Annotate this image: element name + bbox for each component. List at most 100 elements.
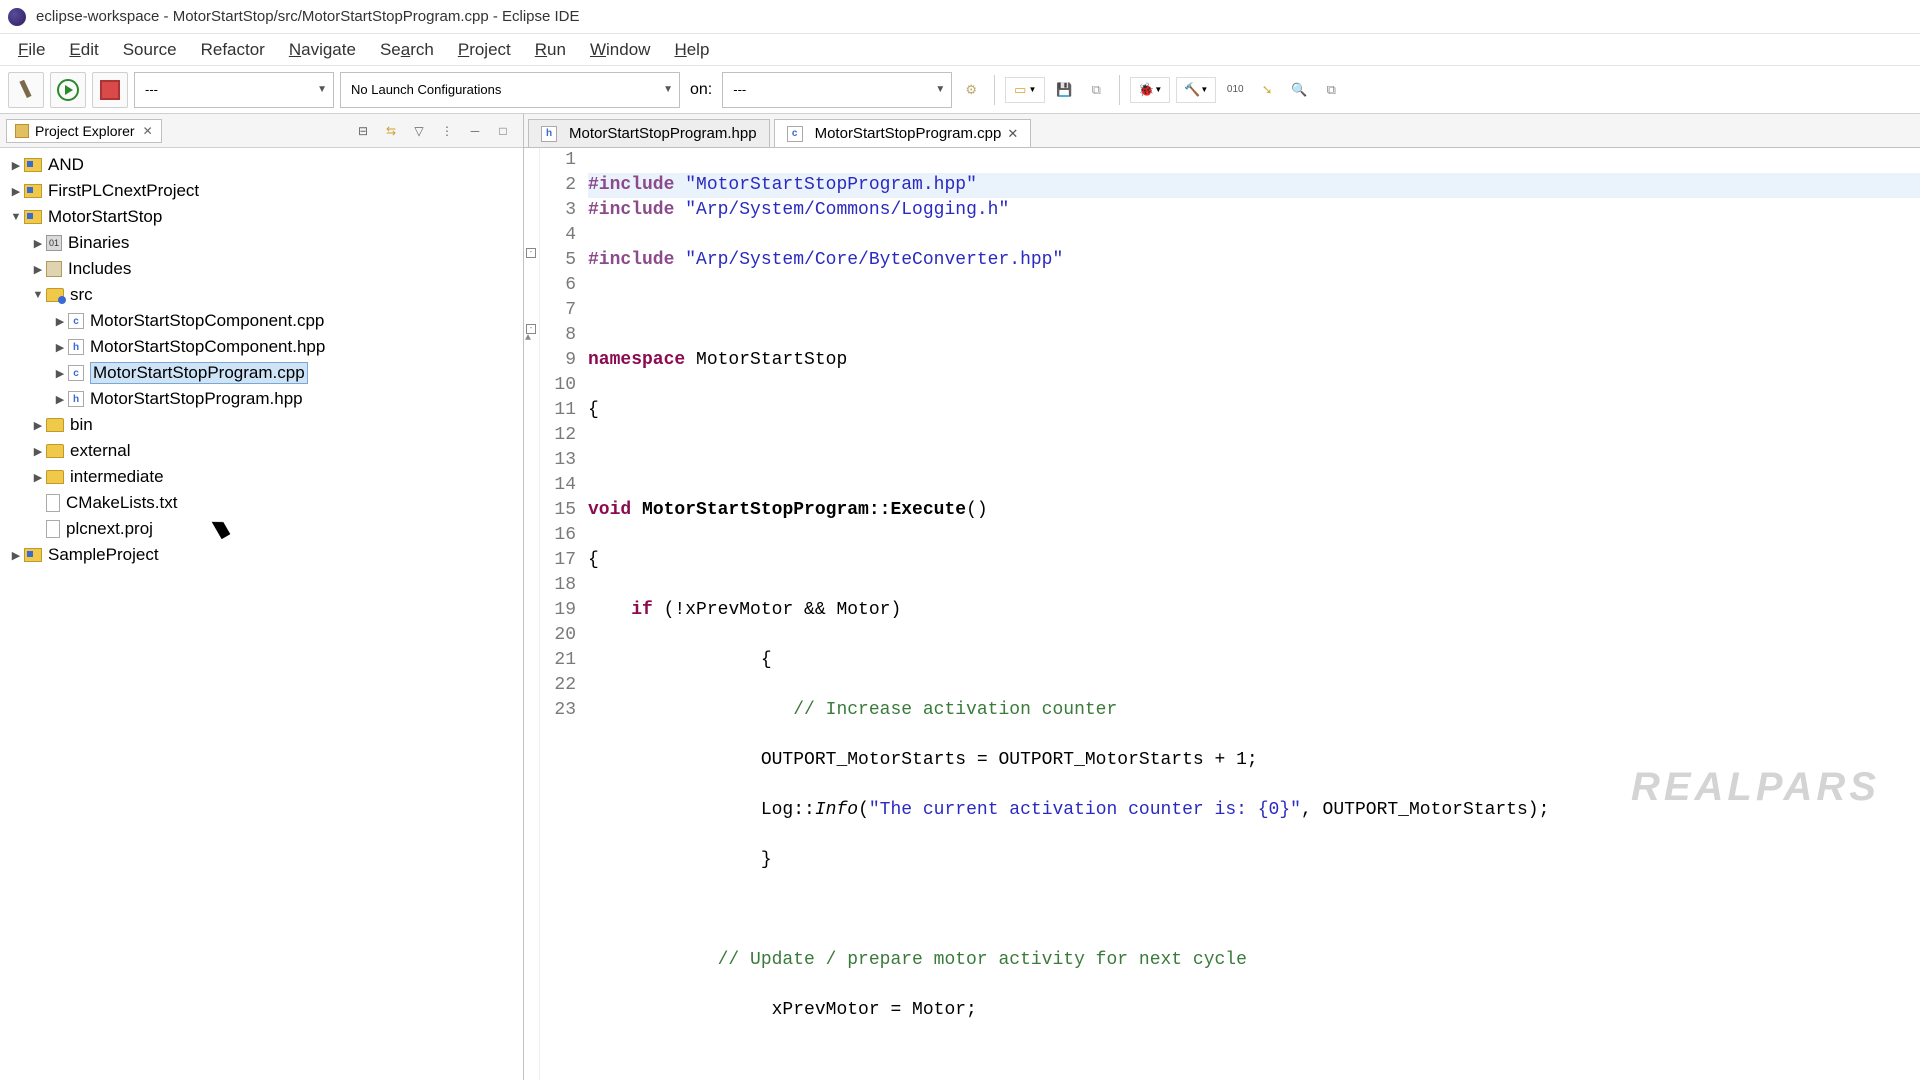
hpp-file-icon: h [68,391,84,407]
expand-icon[interactable]: ▶ [8,185,24,198]
stop-icon [100,80,120,100]
menu-source[interactable]: Source [111,36,189,64]
pin-editor-button[interactable]: ⧉ [1318,77,1344,103]
expand-icon[interactable]: ▶ [8,549,24,562]
menu-edit[interactable]: Edit [57,36,110,64]
tree-item-cmakelists[interactable]: CMakeLists.txt [2,490,521,516]
menu-search[interactable]: Search [368,36,446,64]
tree-item-external[interactable]: ▶external [2,438,521,464]
stop-button[interactable] [92,72,128,108]
close-icon[interactable]: ✕ [1007,126,1018,142]
menubar: File Edit Source Refactor Navigate Searc… [0,34,1920,66]
tree-item-src[interactable]: ▼src [2,282,521,308]
folder-icon [46,444,64,458]
gutter[interactable]: - ▲ - [524,148,540,1080]
debug-dropdown[interactable]: 🐞▼ [1130,77,1170,103]
tree-item-component-cpp[interactable]: ▶cMotorStartStopComponent.cpp [2,308,521,334]
run-button[interactable] [50,72,86,108]
menu-navigate[interactable]: Navigate [277,36,368,64]
launch-target-value: --- [733,82,746,97]
project-icon [24,210,42,224]
project-explorer-panel: Project Explorer ✕ ⊟ ⇆ ▽ ⋮ ─ □ ▶AND ▶Fir… [0,114,524,1080]
tree-item-plcnext-proj[interactable]: plcnext.proj [2,516,521,542]
expand-icon[interactable]: ▶ [52,341,68,354]
line-numbers: 1234567891011121314151617181920212223 [540,148,584,1080]
cpp-file-icon: c [68,313,84,329]
tree-item-program-hpp[interactable]: ▶hMotorStartStopProgram.hpp [2,386,521,412]
menu-run[interactable]: Run [523,36,578,64]
view-menu-button[interactable]: ⋮ [436,120,458,142]
menu-project[interactable]: Project [446,36,523,64]
explorer-header: Project Explorer ✕ ⊟ ⇆ ▽ ⋮ ─ □ [0,114,523,148]
save-all-button[interactable]: ⧉ [1083,77,1109,103]
navigator-icon [15,124,29,138]
cpp-file-icon: c [787,126,803,142]
tree-item-motorstartstop[interactable]: ▼MotorStartStop [2,204,521,230]
cpp-file-icon: c [68,365,84,381]
separator [1119,75,1120,105]
step-button[interactable]: ➘ [1254,77,1280,103]
fold-icon[interactable]: - [526,248,536,258]
close-icon[interactable]: ✕ [143,124,153,138]
project-tree[interactable]: ▶AND ▶FirstPLCnextProject ▼MotorStartSto… [0,148,523,1080]
expand-icon[interactable]: ▶ [30,419,46,432]
maximize-button[interactable]: □ [492,120,514,142]
folder-icon [46,470,64,484]
collapse-icon[interactable]: ▼ [8,211,24,223]
launch-mode-dropdown[interactable]: ---▼ [134,72,334,108]
kebab-icon: ⋮ [441,124,453,138]
menu-refactor[interactable]: Refactor [189,36,277,64]
expand-icon[interactable]: ▶ [52,367,68,380]
new-dropdown[interactable]: ▭▼ [1005,77,1045,103]
file-icon [46,520,60,538]
collapse-all-button[interactable]: ⊟ [352,120,374,142]
tree-item-program-cpp[interactable]: ▶cMotorStartStopProgram.cpp [2,360,521,386]
eclipse-icon [8,8,26,26]
run-icon [57,79,79,101]
tree-item-and[interactable]: ▶AND [2,152,521,178]
expand-icon[interactable]: ▶ [8,159,24,172]
new-icon: ▭ [1014,82,1026,98]
expand-icon[interactable]: ▶ [30,445,46,458]
chevron-down-icon: ▼ [1028,85,1036,94]
code-editor[interactable]: - ▲ - 1234567891011121314151617181920212… [524,148,1920,1080]
expand-icon[interactable]: ▶ [52,393,68,406]
expand-icon[interactable]: ▶ [30,471,46,484]
project-explorer-tab[interactable]: Project Explorer ✕ [6,119,162,143]
explorer-title: Project Explorer [35,123,135,139]
titlebar: eclipse-workspace - MotorStartStop/src/M… [0,0,1920,34]
tree-item-binaries[interactable]: ▶01Binaries [2,230,521,256]
expand-icon[interactable]: ▶ [30,237,46,250]
toggle-breakpoint-button[interactable]: 010 [1222,77,1248,103]
config-gear-button[interactable]: ⚙ [958,77,984,103]
build-button[interactable] [8,72,44,108]
chevron-down-icon: ▼ [663,84,673,95]
tree-item-component-hpp[interactable]: ▶hMotorStartStopComponent.hpp [2,334,521,360]
launch-config-dropdown[interactable]: No Launch Configurations▼ [340,72,680,108]
tab-program-hpp[interactable]: hMotorStartStopProgram.hpp [528,119,770,147]
tree-item-includes[interactable]: ▶Includes [2,256,521,282]
menu-help[interactable]: Help [662,36,721,64]
separator [994,75,995,105]
menu-window[interactable]: Window [578,36,662,64]
tab-program-cpp[interactable]: cMotorStartStopProgram.cpp✕ [774,119,1032,147]
filter-button[interactable]: ▽ [408,120,430,142]
search-button[interactable]: 🔍 [1286,77,1312,103]
fold-icon[interactable]: - [526,324,536,334]
tree-item-firstplcnext[interactable]: ▶FirstPLCnextProject [2,178,521,204]
launch-target-dropdown[interactable]: ---▼ [722,72,952,108]
minimize-button[interactable]: ─ [464,120,486,142]
code-body[interactable]: #include "MotorStartStopProgram.hpp" #in… [584,148,1920,1080]
hpp-file-icon: h [68,339,84,355]
collapse-icon[interactable]: ▼ [30,289,46,301]
breakpoint-icon: 010 [1227,84,1244,95]
expand-icon[interactable]: ▶ [30,263,46,276]
tree-item-bin[interactable]: ▶bin [2,412,521,438]
save-button[interactable]: 💾 [1051,77,1077,103]
menu-file[interactable]: File [6,36,57,64]
tree-item-sampleproject[interactable]: ▶SampleProject [2,542,521,568]
link-editor-button[interactable]: ⇆ [380,120,402,142]
expand-icon[interactable]: ▶ [52,315,68,328]
tree-item-intermediate[interactable]: ▶intermediate [2,464,521,490]
build-config-dropdown[interactable]: 🔨▼ [1176,77,1216,103]
